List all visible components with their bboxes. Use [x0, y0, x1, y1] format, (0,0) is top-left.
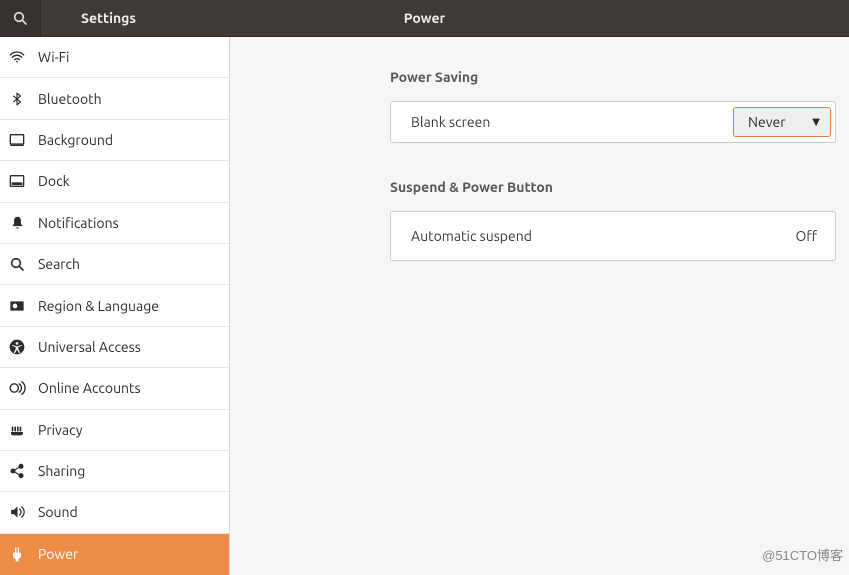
blank-screen-value: Never — [748, 114, 786, 130]
sharing-icon — [8, 463, 26, 479]
sidebar-item-label: Bluetooth — [38, 91, 102, 107]
content-panel: Power Saving Blank screen Never ▼ Suspen… — [230, 37, 849, 575]
suspend-card: Automatic suspend Off — [390, 211, 836, 261]
privacy-icon — [8, 422, 26, 438]
section-title-power-saving: Power Saving — [390, 69, 836, 85]
sidebar-item-wifi[interactable]: Wi-Fi — [0, 37, 229, 78]
sidebar-item-label: Dock — [38, 173, 70, 189]
blank-screen-combobox[interactable]: Never ▼ — [733, 107, 831, 137]
sidebar-item-privacy[interactable]: Privacy — [0, 410, 229, 451]
automatic-suspend-label: Automatic suspend — [411, 228, 532, 244]
sidebar-item-bluetooth[interactable]: Bluetooth — [0, 78, 229, 119]
sidebar-item-label: Online Accounts — [38, 380, 141, 396]
online-accounts-icon — [8, 380, 26, 396]
sidebar-item-label: Sound — [38, 504, 78, 520]
sidebar-item-online-accounts[interactable]: Online Accounts — [0, 368, 229, 409]
sidebar-item-region-language[interactable]: Region & Language — [0, 285, 229, 326]
app-title: Settings — [41, 10, 136, 26]
panel-title: Power — [404, 10, 446, 26]
wifi-icon — [8, 49, 26, 65]
region-language-icon — [8, 299, 26, 313]
sidebar-item-notifications[interactable]: Notifications — [0, 203, 229, 244]
automatic-suspend-value: Off — [795, 228, 835, 244]
power-icon — [8, 546, 26, 562]
watermark: @51CTO博客 — [762, 545, 843, 564]
sidebar-item-power[interactable]: Power — [0, 534, 229, 575]
sidebar-item-label: Privacy — [38, 422, 82, 438]
sidebar-item-background[interactable]: Background — [0, 120, 229, 161]
universal-access-icon — [8, 339, 26, 355]
sidebar-item-label: Wi-Fi — [38, 49, 69, 65]
header-search-button[interactable] — [0, 0, 41, 36]
section-title-suspend: Suspend & Power Button — [390, 179, 836, 195]
sidebar-item-sound[interactable]: Sound — [0, 492, 229, 533]
search-icon — [8, 256, 26, 272]
sidebar-item-search[interactable]: Search — [0, 244, 229, 285]
bell-icon — [8, 215, 26, 231]
header-bar: Settings Power — [0, 0, 849, 37]
background-icon — [8, 133, 26, 147]
sidebar-item-label: Background — [38, 132, 113, 148]
sidebar-item-label: Sharing — [38, 463, 85, 479]
sidebar-item-label: Region & Language — [38, 298, 159, 314]
sidebar-item-universal-access[interactable]: Universal Access — [0, 327, 229, 368]
automatic-suspend-row[interactable]: Automatic suspend Off — [391, 212, 835, 260]
sidebar-item-label: Search — [38, 256, 80, 272]
sidebar-item-label: Notifications — [38, 215, 119, 231]
bluetooth-icon — [8, 91, 26, 107]
dock-icon — [8, 174, 26, 188]
chevron-down-icon: ▼ — [812, 116, 820, 128]
sidebar-item-label: Power — [38, 546, 78, 562]
sidebar: Wi-Fi Bluetooth Background Dock Notifica — [0, 37, 230, 575]
sound-icon — [8, 504, 26, 520]
blank-screen-row: Blank screen Never ▼ — [391, 102, 835, 142]
sidebar-item-label: Universal Access — [38, 339, 141, 355]
search-icon — [12, 10, 28, 26]
sidebar-item-dock[interactable]: Dock — [0, 161, 229, 202]
sidebar-item-sharing[interactable]: Sharing — [0, 451, 229, 492]
blank-screen-label: Blank screen — [411, 114, 490, 130]
power-saving-card: Blank screen Never ▼ — [390, 101, 836, 143]
